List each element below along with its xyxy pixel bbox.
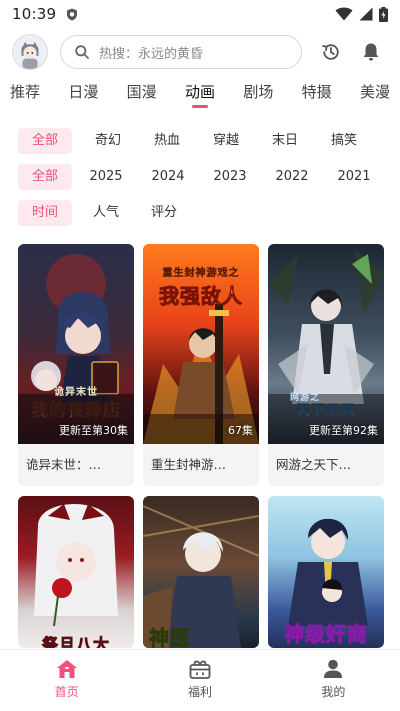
year-chip[interactable]: 全部 (18, 164, 72, 190)
cover-image: 重生封神游戏之 我强敌人 67集 (143, 244, 259, 444)
signal-icon (359, 7, 373, 21)
anime-card[interactable]: 重生封神游戏之 我强敌人 67集 重生封神游… (143, 244, 259, 486)
nav-label: 首页 (54, 685, 79, 699)
tab-chinese-comics[interactable]: 国漫 (127, 78, 157, 110)
nav-home[interactable]: 首页 (0, 650, 133, 711)
genre-filter-row: 全部 奇幻 热血 穿越 末日 搞笑 (18, 128, 388, 154)
card-title: 诡异末世：… (18, 444, 134, 486)
anime-card[interactable]: 诡异末世 我的丧葬店 更新至第30集 诡异末世：… (18, 244, 134, 486)
genre-chip[interactable]: 奇幻 (92, 128, 124, 154)
year-chip[interactable]: 2022 (274, 164, 310, 190)
battery-icon (379, 6, 388, 22)
search-placeholder: 热搜：永远的黄昏 (99, 46, 204, 62)
cover-title-art: 我强敌人 (159, 284, 243, 309)
cover-image: 神医 (143, 496, 259, 648)
search-icon (75, 45, 89, 59)
anime-card[interactable]: 神级奸商 (268, 496, 384, 648)
cover-title-art: 祭旦八大 (41, 635, 110, 648)
nav-profile[interactable]: 我的 (267, 650, 400, 711)
bell-icon (363, 43, 379, 61)
notification-button[interactable] (360, 41, 382, 63)
tab-japanese-comics[interactable]: 日漫 (68, 78, 98, 110)
category-tabs: 推荐 日漫 国漫 动画 剧场 特摄 美漫 (0, 78, 400, 110)
cover-title-art: 神医 (149, 626, 191, 648)
sort-chip[interactable]: 人气 (90, 200, 122, 226)
tab-theater[interactable]: 剧场 (243, 78, 273, 110)
sort-chip[interactable]: 时间 (18, 200, 72, 226)
episode-caption: 67集 (228, 424, 253, 437)
year-chip[interactable]: 2021 (336, 164, 372, 190)
wifi-icon (335, 7, 353, 21)
history-button[interactable] (320, 41, 342, 63)
anime-grid: 诡异末世 我的丧葬店 更新至第30集 诡异末世：… 重生封神游戏之 我强敌人 6… (18, 244, 384, 648)
cover-image: 诡异末世 我的丧葬店 更新至第30集 (18, 244, 134, 444)
gift-icon (189, 660, 211, 679)
tab-tokusatsu[interactable]: 特摄 (302, 78, 332, 110)
cover-title-art: 天下无双 (296, 403, 356, 420)
card-title: 重生封神游… (143, 444, 259, 486)
nav-label: 福利 (187, 685, 212, 699)
year-chip[interactable]: 2023 (212, 164, 248, 190)
bottom-navigation: 首页 福利 我的 (0, 649, 400, 711)
shield-icon (67, 8, 78, 20)
sort-chip[interactable]: 评分 (148, 200, 180, 226)
search-input[interactable]: 热搜：永远的黄昏 (60, 35, 302, 69)
genre-chip[interactable]: 热血 (151, 128, 183, 154)
genre-chip[interactable]: 全部 (18, 128, 72, 154)
avatar-image-icon (13, 35, 47, 69)
cover-subtitle: 重生封神游戏之 (162, 268, 240, 279)
person-icon (324, 659, 343, 678)
tab-animation[interactable]: 动画 (185, 78, 215, 110)
cover-title-art: 神级奸商 (284, 622, 368, 647)
tab-american-comics[interactable]: 美漫 (360, 78, 390, 110)
genre-chip[interactable]: 末日 (269, 128, 301, 154)
cover-image: 神级奸商 (268, 496, 384, 648)
year-filter-row: 全部 2025 2024 2023 2022 2021 (18, 164, 388, 190)
avatar[interactable] (12, 34, 48, 70)
status-time: 10:39 (12, 5, 57, 23)
cover-image: 网游之 天下无双 更新至第92集 (268, 244, 384, 444)
episode-caption: 更新至第30集 (59, 424, 128, 437)
filter-panel: 全部 奇幻 热血 穿越 末日 搞笑 全部 2025 2024 2023 2022… (18, 128, 388, 236)
cover-title-art: 我的丧葬店 (31, 401, 121, 422)
nav-label: 我的 (321, 685, 346, 699)
nav-welfare[interactable]: 福利 (133, 650, 266, 711)
anime-card[interactable]: 祭旦八大 (18, 496, 134, 648)
tab-recommend[interactable]: 推荐 (10, 78, 40, 110)
top-header: 热搜：永远的黄昏 (0, 30, 400, 74)
history-icon (322, 44, 339, 60)
home-icon (56, 660, 77, 678)
year-chip[interactable]: 2025 (88, 164, 124, 190)
genre-chip[interactable]: 穿越 (210, 128, 242, 154)
episode-caption: 更新至第92集 (309, 424, 378, 437)
anime-card[interactable]: 神医 (143, 496, 259, 648)
year-chip[interactable]: 2024 (150, 164, 186, 190)
cover-art-illustration (34, 503, 118, 627)
genre-chip[interactable]: 搞笑 (328, 128, 360, 154)
anime-card[interactable]: 网游之 天下无双 更新至第92集 网游之天下… (268, 244, 384, 486)
status-bar: 10:39 (0, 0, 400, 28)
cover-image: 祭旦八大 (18, 496, 134, 648)
card-title: 网游之天下… (268, 444, 384, 486)
sort-filter-row: 时间 人气 评分 (18, 200, 388, 226)
